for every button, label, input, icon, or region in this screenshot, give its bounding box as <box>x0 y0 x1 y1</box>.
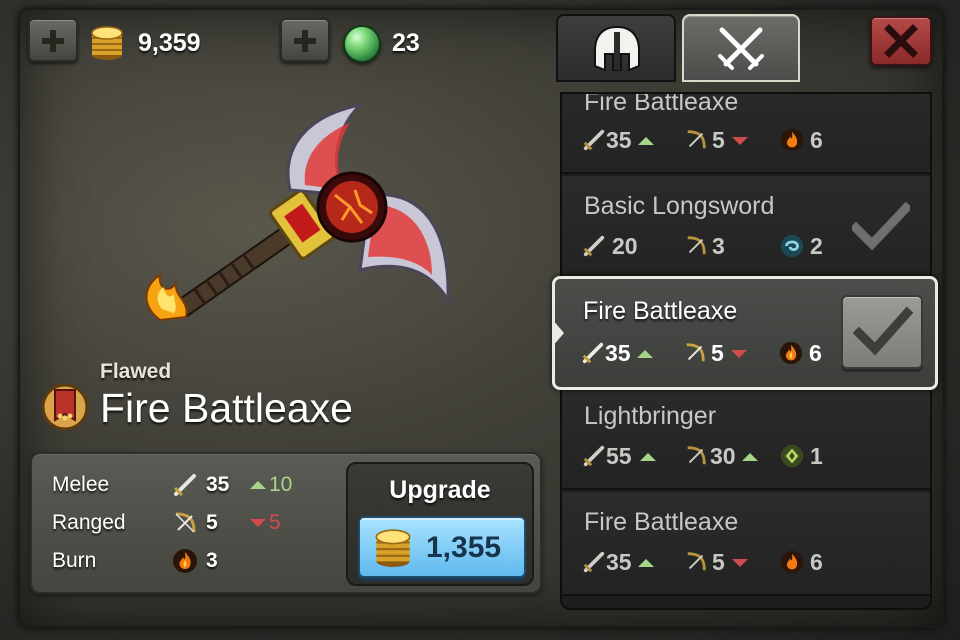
bow-icon <box>687 130 706 149</box>
gold-coin-icon <box>375 529 411 567</box>
decrease-arrow-icon <box>732 559 748 567</box>
close-button[interactable] <box>870 16 932 66</box>
weapon-list-special: 2 <box>810 233 823 259</box>
selection-pointer <box>552 319 564 347</box>
weapon-list-melee: 35 <box>606 549 632 575</box>
weapon-list-item-name: Fire Battleaxe <box>584 92 739 116</box>
bow-icon <box>687 446 706 465</box>
gold-coin-icon <box>91 26 123 60</box>
stat-label-melee: Melee <box>52 473 110 496</box>
weapon-list-item[interactable]: Fire Battleaxe 35 5 6 <box>562 492 930 596</box>
weapon-list-item-name: Fire Battleaxe <box>583 297 738 325</box>
decrease-arrow-icon <box>731 350 747 358</box>
upgrade-box: Upgrade 1,355 <box>346 462 534 586</box>
stat-label-ranged: Ranged <box>52 511 126 534</box>
stat-value-burn: 3 <box>206 549 218 572</box>
upgrade-button[interactable]: 1,355 <box>358 516 526 578</box>
weapon-list-special: 1 <box>810 443 823 469</box>
weapon-list-ranged: 5 <box>712 127 725 153</box>
green-gem-icon <box>343 25 381 63</box>
fire-icon <box>780 550 804 574</box>
tab-armor[interactable] <box>556 14 676 82</box>
sword-icon <box>583 235 605 257</box>
increase-arrow-icon <box>250 481 266 490</box>
weapon-list-melee: 55 <box>606 443 632 469</box>
weapon-list-melee: 35 <box>605 340 631 366</box>
increase-arrow-icon <box>637 350 653 358</box>
weapon-list-ranged: 3 <box>712 233 725 259</box>
weapon-list-item-selected[interactable]: Fire Battleaxe 35 5 6 <box>552 276 938 390</box>
increase-arrow-icon <box>638 137 654 145</box>
gem-amount: 23 <box>392 29 420 57</box>
weapon-list-ranged: 5 <box>712 549 725 575</box>
add-gems-button[interactable] <box>280 18 330 62</box>
add-gold-button[interactable] <box>28 18 78 62</box>
increase-arrow-icon <box>638 559 654 567</box>
check-icon <box>853 306 913 356</box>
sword-icon <box>173 474 196 497</box>
leaf-icon <box>780 444 804 468</box>
bow-icon <box>686 343 705 362</box>
sword-icon <box>583 551 605 573</box>
crossed-swords-icon <box>718 27 764 70</box>
swirl-icon <box>780 234 804 258</box>
fire-battleaxe-image <box>145 102 450 322</box>
equip-button[interactable] <box>841 295 923 369</box>
stat-value-melee: 35 <box>206 473 230 496</box>
fire-icon <box>173 549 197 573</box>
weapon-list-item[interactable]: Lightbringer 55 30 1 <box>562 386 930 490</box>
weapon-list-item[interactable]: Fire Battleaxe 35 5 6 <box>562 92 930 174</box>
weapon-list-item-name: Lightbringer <box>584 402 717 430</box>
weapon-title: Fire Battleaxe <box>100 385 353 431</box>
decrease-arrow-icon <box>732 137 748 145</box>
weapon-list-ranged: 30 <box>710 443 736 469</box>
fire-icon <box>780 128 804 152</box>
decrease-arrow-icon <box>250 519 266 528</box>
upgrade-cost: 1,355 <box>426 531 502 564</box>
stat-label-burn: Burn <box>52 549 97 572</box>
weapon-quality: Flawed <box>100 360 172 383</box>
weapon-list-melee: 35 <box>606 127 632 153</box>
stat-value-ranged: 5 <box>206 511 218 534</box>
fire-icon <box>779 341 803 365</box>
weapon-list-special: 6 <box>810 127 823 153</box>
helmet-icon <box>594 25 640 72</box>
bow-icon <box>175 512 196 533</box>
weapon-list-special: 6 <box>810 549 823 575</box>
gold-amount: 9,359 <box>138 29 201 57</box>
equipped-check-icon <box>852 202 910 251</box>
weapon-stats-panel: Melee 35 10 Ranged 5 5 Burn 3 Upgrade 1,… <box>30 452 542 594</box>
weapon-list-item[interactable]: Basic Longsword 20 3 2 <box>562 176 930 280</box>
increase-arrow-icon <box>640 453 656 461</box>
sword-icon <box>582 342 604 364</box>
weapon-list-special: 6 <box>809 340 822 366</box>
tab-weapons[interactable] <box>682 14 800 82</box>
weapon-list-melee: 20 <box>612 233 638 259</box>
stat-delta-ranged: 5 <box>250 511 281 535</box>
stat-delta-melee: 10 <box>250 473 292 497</box>
upgrade-label: Upgrade <box>389 476 491 504</box>
close-icon <box>884 24 918 58</box>
weapon-list-item-name: Fire Battleaxe <box>584 508 739 536</box>
sword-icon <box>583 129 605 151</box>
bow-icon <box>687 552 706 571</box>
increase-arrow-icon <box>742 453 758 461</box>
rank-badge-icon <box>41 383 89 431</box>
weapon-list-ranged: 5 <box>711 340 724 366</box>
sword-icon <box>583 445 605 467</box>
bow-icon <box>687 236 706 255</box>
weapon-list-item-name: Basic Longsword <box>584 192 775 220</box>
